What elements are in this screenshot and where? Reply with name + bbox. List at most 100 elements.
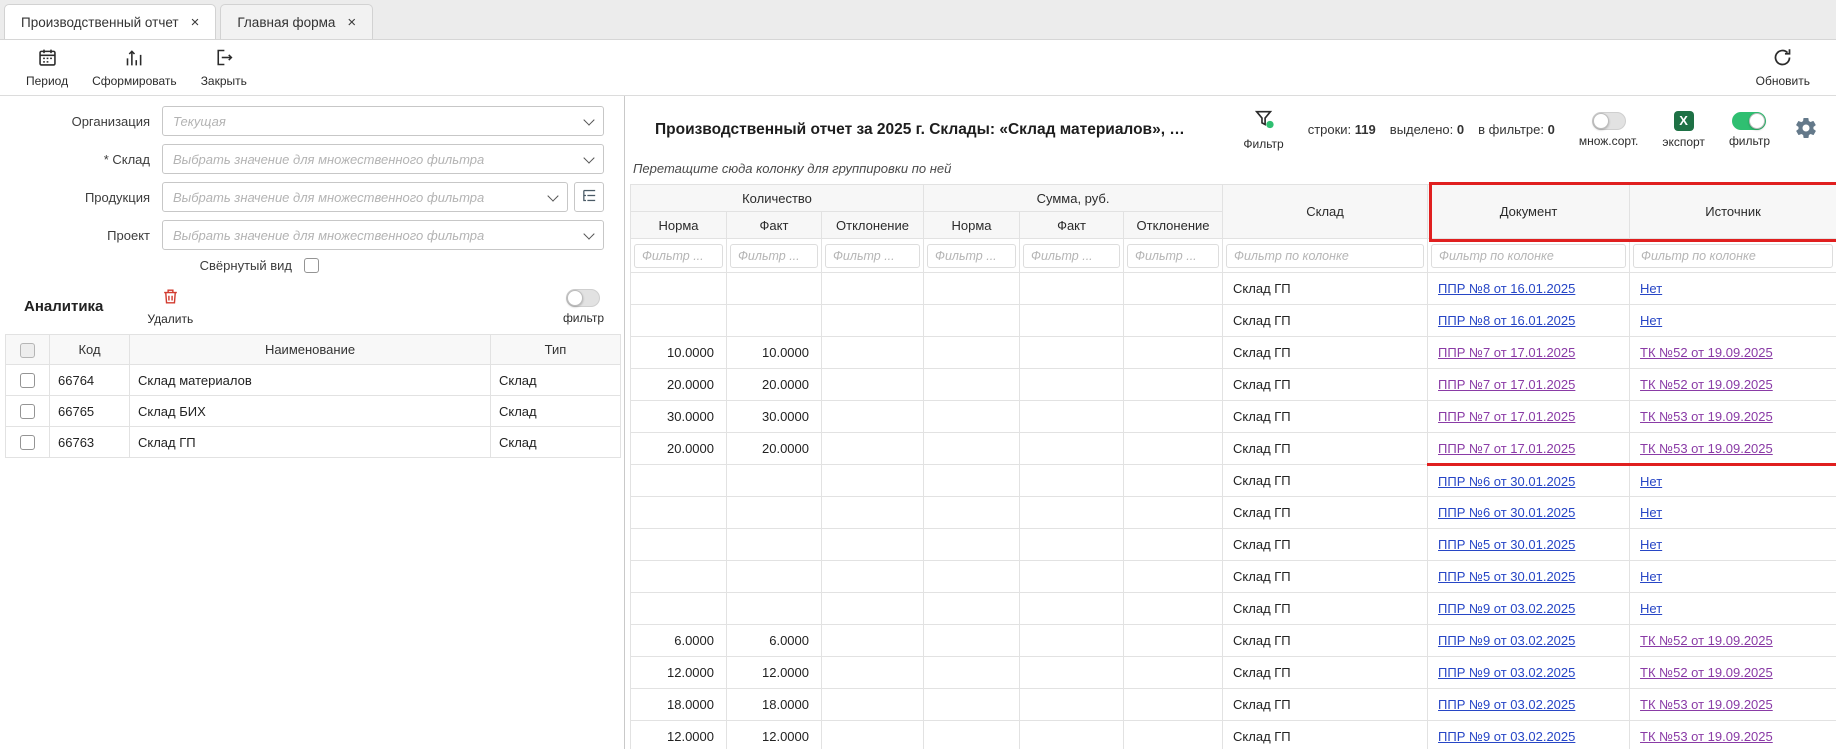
tab-production-report[interactable]: Производственный отчет ×	[4, 4, 216, 39]
analytics-cell-name[interactable]: Склад ГП	[130, 427, 491, 458]
source-link[interactable]: ТК №53 от 19.09.2025	[1640, 441, 1773, 456]
cell-sum-fact[interactable]	[1020, 433, 1124, 465]
cell-qty-norm[interactable]	[631, 561, 727, 593]
cell-qty-dev[interactable]	[822, 273, 924, 305]
cell-qty-norm[interactable]	[631, 529, 727, 561]
document-link[interactable]: ППР №9 от 03.02.2025	[1438, 729, 1575, 744]
filter-input-sum-dev[interactable]	[1127, 244, 1219, 268]
document-link[interactable]: ППР №6 от 30.01.2025	[1438, 505, 1575, 520]
cell-qty-norm[interactable]	[631, 497, 727, 529]
column-header-sum-norm[interactable]: Норма	[924, 212, 1020, 239]
cell-sum-fact[interactable]	[1020, 337, 1124, 369]
analytics-cell-name[interactable]: Склад БИХ	[130, 396, 491, 427]
group-header-sum[interactable]: Сумма, руб.	[924, 185, 1223, 212]
analytics-cell-name[interactable]: Склад материалов	[130, 365, 491, 396]
cell-qty-fact[interactable]: 10.0000	[727, 337, 822, 369]
row-checkbox[interactable]	[20, 435, 35, 450]
analytics-row[interactable]: 66763Склад ГПСклад	[6, 427, 621, 458]
cell-sum-fact[interactable]	[1020, 657, 1124, 689]
cell-sum-dev[interactable]	[1124, 465, 1223, 497]
cell-qty-dev[interactable]	[822, 337, 924, 369]
cell-qty-norm[interactable]	[631, 305, 727, 337]
report-row[interactable]: 12.000012.0000Склад ГПППР №9 от 03.02.20…	[631, 721, 1836, 749]
column-header-document[interactable]: Документ	[1428, 185, 1630, 239]
cell-warehouse[interactable]: Склад ГП	[1223, 529, 1428, 561]
cell-qty-norm[interactable]: 18.0000	[631, 689, 727, 721]
analytics-cell-code[interactable]: 66765	[50, 396, 130, 427]
document-link[interactable]: ППР №9 от 03.02.2025	[1438, 601, 1575, 616]
cell-qty-dev[interactable]	[822, 721, 924, 749]
cell-sum-norm[interactable]	[924, 561, 1020, 593]
period-button[interactable]: Период	[14, 43, 80, 92]
report-row[interactable]: Склад ГПППР №6 от 30.01.2025Нет	[631, 465, 1836, 497]
cell-sum-fact[interactable]	[1020, 721, 1124, 749]
cell-sum-fact[interactable]	[1020, 401, 1124, 433]
cell-warehouse[interactable]: Склад ГП	[1223, 433, 1428, 465]
cell-qty-fact[interactable]	[727, 465, 822, 497]
column-header-qty-norm[interactable]: Норма	[631, 212, 727, 239]
cell-sum-dev[interactable]	[1124, 337, 1223, 369]
source-link[interactable]: ТК №52 от 19.09.2025	[1640, 665, 1773, 680]
cell-qty-dev[interactable]	[822, 529, 924, 561]
cell-sum-fact[interactable]	[1020, 369, 1124, 401]
source-link[interactable]: ТК №53 от 19.09.2025	[1640, 697, 1773, 712]
cell-warehouse[interactable]: Склад ГП	[1223, 465, 1428, 497]
cell-qty-fact[interactable]: 18.0000	[727, 689, 822, 721]
cell-sum-fact[interactable]	[1020, 529, 1124, 561]
analytics-cell-code[interactable]: 66763	[50, 427, 130, 458]
cell-sum-dev[interactable]	[1124, 561, 1223, 593]
cell-qty-norm[interactable]	[631, 465, 727, 497]
cell-qty-norm[interactable]: 10.0000	[631, 337, 727, 369]
cell-qty-norm[interactable]: 20.0000	[631, 433, 727, 465]
close-button[interactable]: Закрыть	[189, 43, 259, 92]
column-header-type[interactable]: Тип	[491, 335, 621, 365]
cell-warehouse[interactable]: Склад ГП	[1223, 721, 1428, 749]
document-link[interactable]: ППР №6 от 30.01.2025	[1438, 474, 1575, 489]
cell-qty-fact[interactable]: 20.0000	[727, 369, 822, 401]
cell-sum-fact[interactable]	[1020, 625, 1124, 657]
source-link[interactable]: ТК №53 от 19.09.2025	[1640, 409, 1773, 424]
column-header-code[interactable]: Код	[50, 335, 130, 365]
source-link[interactable]: Нет	[1640, 569, 1662, 584]
cell-sum-norm[interactable]	[924, 273, 1020, 305]
filter-input-sum-fact[interactable]	[1023, 244, 1120, 268]
document-link[interactable]: ППР №5 от 30.01.2025	[1438, 569, 1575, 584]
row-checkbox[interactable]	[20, 404, 35, 419]
cell-qty-dev[interactable]	[822, 657, 924, 689]
analytics-cell-type[interactable]: Склад	[491, 396, 621, 427]
analytics-row[interactable]: 66765Склад БИХСклад	[6, 396, 621, 427]
cell-qty-fact[interactable]	[727, 497, 822, 529]
cell-sum-fact[interactable]	[1020, 465, 1124, 497]
report-row[interactable]: 10.000010.0000Склад ГПППР №7 от 17.01.20…	[631, 337, 1836, 369]
report-row[interactable]: Склад ГПППР №8 от 16.01.2025Нет	[631, 305, 1836, 337]
cell-qty-norm[interactable]: 6.0000	[631, 625, 727, 657]
report-row[interactable]: Склад ГПППР №9 от 03.02.2025Нет	[631, 593, 1836, 625]
report-row[interactable]: 18.000018.0000Склад ГПППР №9 от 03.02.20…	[631, 689, 1836, 721]
cell-qty-dev[interactable]	[822, 625, 924, 657]
cell-qty-fact[interactable]	[727, 593, 822, 625]
cell-warehouse[interactable]: Склад ГП	[1223, 593, 1428, 625]
source-link[interactable]: Нет	[1640, 505, 1662, 520]
cell-qty-fact[interactable]: 12.0000	[727, 721, 822, 749]
report-row[interactable]: Склад ГПППР №8 от 16.01.2025Нет	[631, 273, 1836, 305]
filter-input-sum-norm[interactable]	[927, 244, 1016, 268]
delete-button[interactable]: Удалить	[141, 287, 199, 326]
cell-qty-fact[interactable]	[727, 561, 822, 593]
analytics-cell-code[interactable]: 66764	[50, 365, 130, 396]
document-link[interactable]: ППР №7 от 17.01.2025	[1438, 377, 1575, 392]
cell-sum-dev[interactable]	[1124, 497, 1223, 529]
source-link[interactable]: ТК №52 от 19.09.2025	[1640, 633, 1773, 648]
cell-warehouse[interactable]: Склад ГП	[1223, 337, 1428, 369]
filter-input-document[interactable]	[1431, 244, 1626, 268]
cell-sum-dev[interactable]	[1124, 433, 1223, 465]
warehouse-select[interactable]: Выбрать значение для множественного филь…	[162, 144, 604, 174]
cell-sum-norm[interactable]	[924, 465, 1020, 497]
column-header-warehouse[interactable]: Склад	[1223, 185, 1428, 239]
cell-qty-norm[interactable]	[631, 593, 727, 625]
column-header-sum-dev[interactable]: Отклонение	[1124, 212, 1223, 239]
cell-qty-fact[interactable]: 12.0000	[727, 657, 822, 689]
cell-qty-norm[interactable]	[631, 273, 727, 305]
cell-sum-norm[interactable]	[924, 369, 1020, 401]
filter-input-qty-fact[interactable]	[730, 244, 818, 268]
cell-sum-norm[interactable]	[924, 497, 1020, 529]
